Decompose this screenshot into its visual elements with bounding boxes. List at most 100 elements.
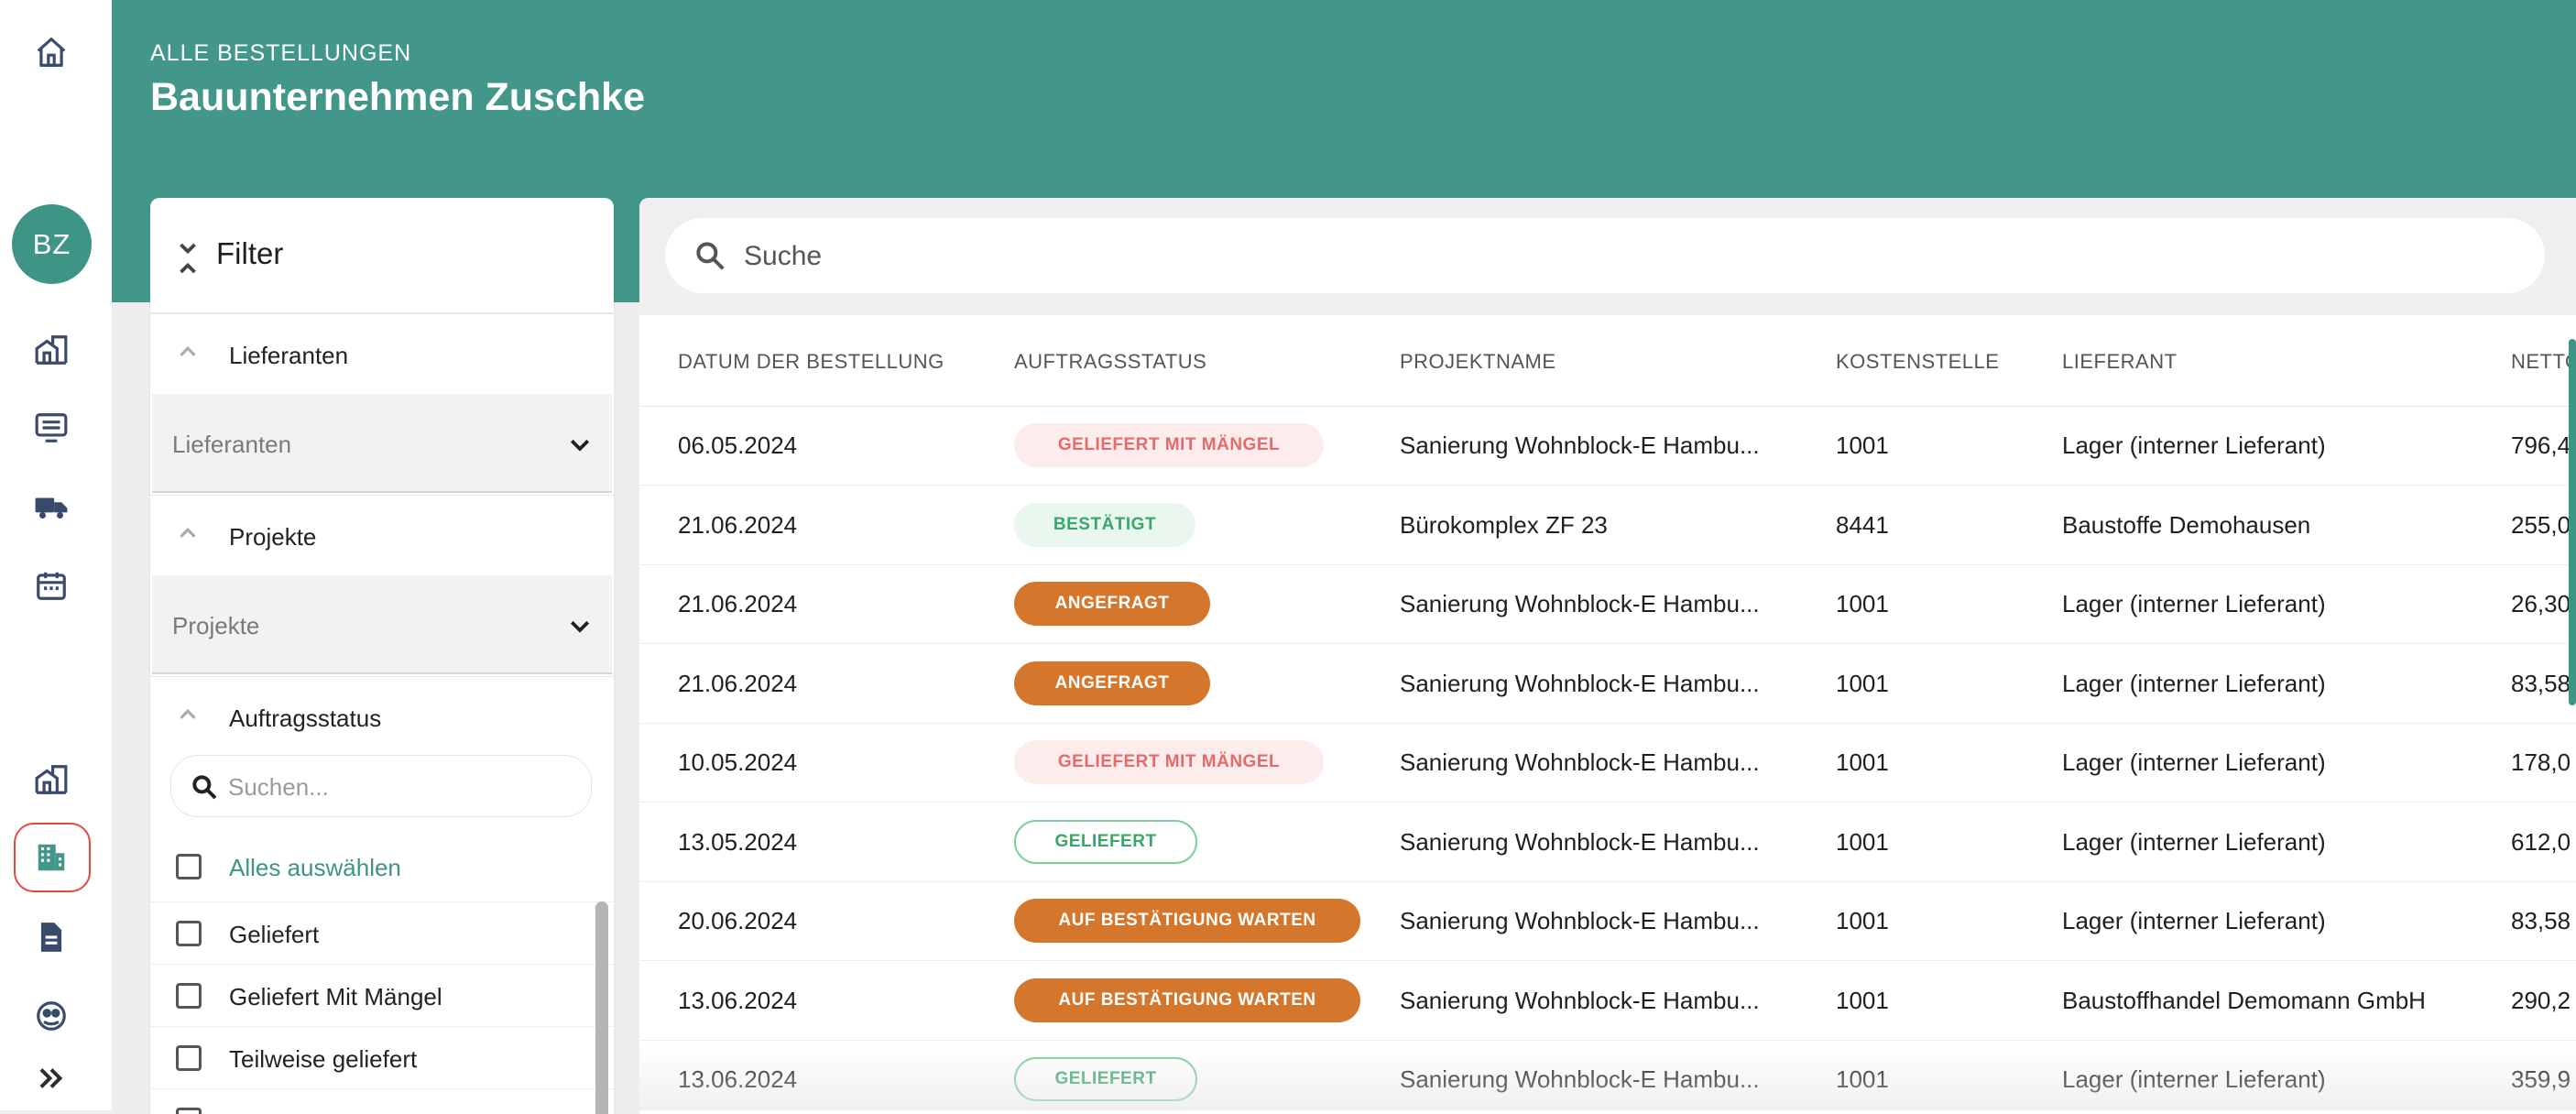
support-icon[interactable] (28, 993, 74, 1039)
table-row[interactable]: 13.06.2024 Sanierung Wohnblock-E Hambu...… (639, 962, 2576, 1041)
order-date: 21.06.2024 (678, 510, 798, 539)
orders-panel: DATUM DER BESTELLUNG AUFTRAGSSTATUS PROJ… (639, 198, 2576, 1114)
projekte-select[interactable]: Projekte (152, 575, 612, 674)
cost-center: 1001 (1836, 748, 1889, 776)
avatar[interactable]: BZ (12, 204, 92, 284)
status-badge: ANGEFRAGT (1014, 582, 1210, 626)
column-header-cost-center[interactable]: KOSTENSTELLE (1836, 350, 1999, 374)
table-row[interactable]: 13.05.2024 Sanierung Wohnblock-E Hambu...… (639, 803, 2576, 882)
sidebar: BZ (0, 0, 112, 1110)
net-amount: 612,0 (2511, 827, 2571, 856)
cost-center: 1001 (1836, 669, 1889, 697)
net-amount: 359,9 (2511, 1065, 2571, 1093)
order-date: 10.05.2024 (678, 748, 798, 776)
chevron-down-icon (570, 620, 590, 633)
search-icon (192, 775, 217, 800)
status-checkbox[interactable] (176, 921, 202, 946)
status-badge: ANGEFRAGT (1014, 661, 1210, 705)
cost-center: 1001 (1836, 827, 1889, 856)
order-date: 13.05.2024 (678, 827, 798, 856)
status-checkbox[interactable] (176, 983, 202, 1009)
table-row[interactable]: 21.06.2024 Sanierung Wohnblock-E Hambu...… (639, 645, 2576, 724)
status-badge: GELIEFERT MIT MÄNGEL (1014, 740, 1324, 784)
cost-center: 1001 (1836, 431, 1889, 459)
supplier-name: Lager (interner Lieferant) (2062, 669, 2326, 697)
status-badge: GELIEFERT MIT MÄNGEL (1014, 423, 1324, 467)
search-field (665, 218, 2545, 293)
column-header-project[interactable]: PROJEKTNAME (1400, 350, 1556, 374)
search-input[interactable] (742, 231, 2486, 282)
home-icon[interactable] (28, 29, 74, 75)
filter-section-lieferanten[interactable]: Lieferanten (150, 313, 614, 394)
truck-icon[interactable] (28, 484, 74, 530)
cost-center: 1001 (1836, 590, 1889, 617)
table-row[interactable]: 06.05.2024 Sanierung Wohnblock-E Hambu...… (639, 407, 2576, 486)
project-name: Sanierung Wohnblock-E Hambu... (1400, 590, 1760, 617)
net-amount: 83,58 (2511, 907, 2571, 934)
project-name: Sanierung Wohnblock-E Hambu... (1400, 986, 1760, 1014)
status-option[interactable]: Teilweise geliefert (150, 1026, 614, 1088)
filter-scrollbar[interactable] (595, 901, 608, 1114)
filter-section-auftragsstatus[interactable]: Auftragsstatus (150, 676, 614, 757)
calendar-icon[interactable] (28, 562, 74, 608)
select-all-checkbox[interactable] (176, 854, 202, 879)
status-checkbox[interactable] (176, 1045, 202, 1071)
chevron-down-icon (570, 439, 590, 452)
table-row[interactable]: 21.06.2024 Sanierung Wohnblock-E Hambu...… (639, 565, 2576, 644)
table-row[interactable]: 20.06.2024 Sanierung Wohnblock-E Hambu...… (639, 882, 2576, 961)
table-row[interactable]: 10.05.2024 Sanierung Wohnblock-E Hambu...… (639, 724, 2576, 803)
project-name: Sanierung Wohnblock-E Hambu... (1400, 1065, 1760, 1093)
table-scrollbar[interactable] (2569, 339, 2576, 705)
status-badge: AUF BESTÄTIGUNG WARTEN (1014, 977, 1360, 1022)
filter-title: Filter (216, 236, 284, 270)
select-all-row[interactable]: Alles auswählen (150, 836, 614, 898)
select-all-label[interactable]: Alles auswählen (229, 854, 401, 882)
order-date: 21.06.2024 (678, 590, 798, 617)
filter-panel: Filter Lieferanten Lieferanten Projekte … (150, 198, 614, 1114)
status-option[interactable]: Geliefert (150, 901, 614, 964)
filter-section-projekte[interactable]: Projekte (150, 495, 614, 575)
supplier-name: Lager (interner Lieferant) (2062, 590, 2326, 617)
buildings-icon[interactable] (28, 327, 74, 373)
column-header-date[interactable]: DATUM DER BESTELLUNG (678, 350, 944, 374)
search-icon (696, 242, 725, 270)
net-amount: 26,30 (2511, 590, 2571, 617)
table-row[interactable]: 13.06.2024 Sanierung Wohnblock-E Hambu...… (639, 1041, 2576, 1114)
buildings-alt-icon[interactable] (28, 757, 74, 803)
project-name: Bürokomplex ZF 23 (1400, 510, 1608, 539)
filter-section-title: Auftragsstatus (229, 704, 382, 732)
supplier-name: Baustoffe Demohausen (2062, 510, 2311, 539)
expand-icon[interactable] (28, 1055, 74, 1101)
order-date: 21.06.2024 (678, 669, 798, 697)
status-badge: AUF BESTÄTIGUNG WARTEN (1014, 899, 1360, 943)
search-bar-area (639, 198, 2576, 315)
column-header-net[interactable]: NETTO (2511, 350, 2576, 374)
chevron-up-icon (180, 528, 196, 538)
page-eyebrow: ALLE BESTELLUNGEN (150, 40, 412, 66)
column-header-status[interactable]: AUFTRAGSSTATUS (1014, 350, 1206, 374)
table-row[interactable]: 21.06.2024 Bürokomplex ZF 23 8441 Baustoffe… (639, 486, 2576, 565)
cost-center: 1001 (1836, 986, 1889, 1014)
supplier-name: Baustoffhandel Demomann GmbH (2062, 986, 2426, 1014)
net-amount: 290,2 (2511, 986, 2571, 1014)
project-name: Sanierung Wohnblock-E Hambu... (1400, 907, 1760, 934)
table-header: DATUM DER BESTELLUNG AUFTRAGSSTATUS PROJ… (639, 315, 2576, 407)
status-checkbox[interactable] (176, 1108, 202, 1114)
select-placeholder: Lieferanten (172, 431, 292, 458)
lieferanten-select[interactable]: Lieferanten (152, 394, 612, 493)
status-badge: BESTÄTIGT (1014, 502, 1195, 547)
supplier-name: Lager (interner Lieferant) (2062, 827, 2326, 856)
supplier-name: Lager (interner Lieferant) (2062, 1065, 2326, 1093)
status-option[interactable]: Geliefert Mit Mängel (150, 964, 614, 1026)
status-badge: GELIEFERT (1014, 1057, 1197, 1101)
list-icon[interactable] (28, 405, 74, 451)
order-date: 13.06.2024 (678, 1065, 798, 1093)
column-header-supplier[interactable]: LIEFERANT (2062, 350, 2178, 374)
order-date: 20.06.2024 (678, 907, 798, 934)
document-icon[interactable] (28, 914, 74, 960)
status-search-input[interactable] (226, 765, 578, 809)
net-amount: 255,0 (2511, 510, 2571, 539)
office-building-icon[interactable] (28, 835, 74, 880)
status-badge: GELIEFERT (1014, 819, 1197, 864)
collapse-icon[interactable] (174, 240, 202, 277)
